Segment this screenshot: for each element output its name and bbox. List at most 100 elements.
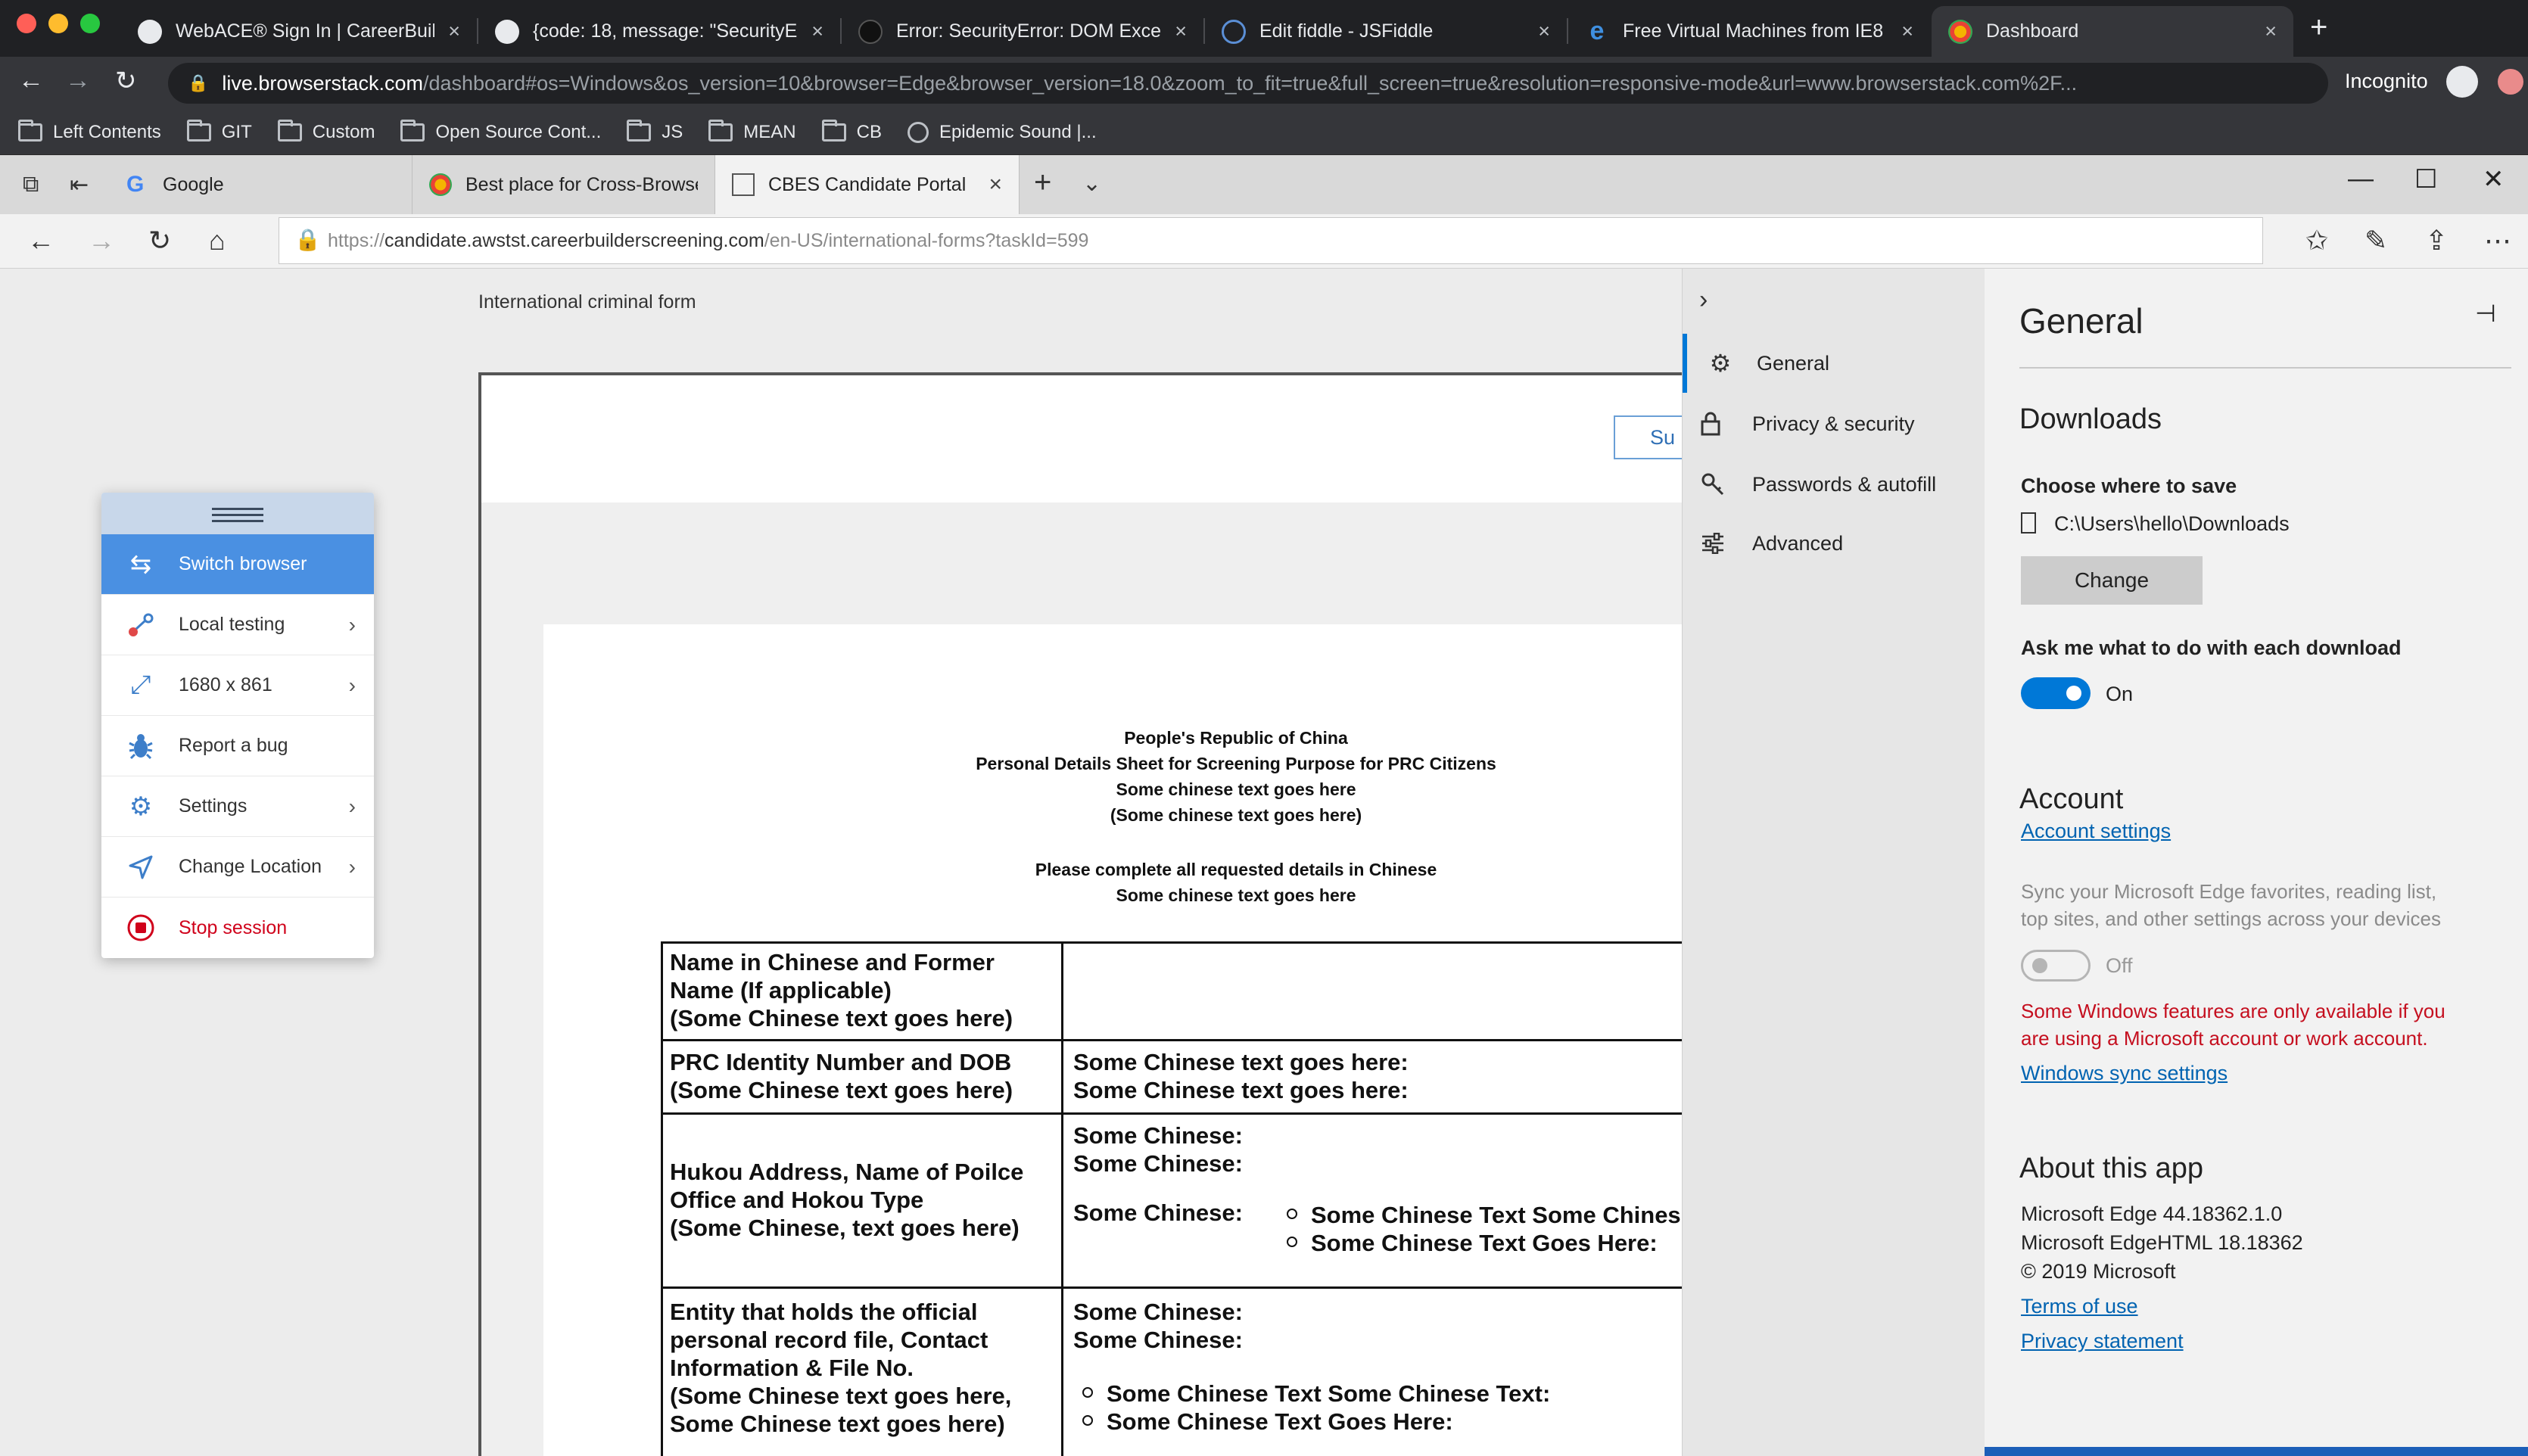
chevron-down-icon[interactable]: ⌄	[1082, 170, 1101, 197]
browserstack-menu: ⇆ Switch browser Local testing › ⤢ 1680 …	[101, 493, 374, 958]
resize-icon: ⤢	[130, 670, 151, 699]
settings-navigation: › ⚙ General Privacy & security Passwords…	[1682, 269, 1985, 1456]
set-tabs-aside-icon[interactable]: ⇤	[70, 172, 89, 198]
back-arrow-icon[interactable]: ←	[18, 66, 44, 95]
minimize-icon[interactable]: —	[2348, 164, 2374, 194]
pin-icon[interactable]: ⊣	[2475, 299, 2496, 328]
chrome-tab-dom-exception[interactable]: Error: SecurityError: DOM Exce ×	[842, 6, 1203, 57]
refresh-icon[interactable]: ↻	[148, 225, 171, 257]
chrome-tab-virtual-machines[interactable]: e Free Virtual Machines from IE8 ×	[1568, 6, 1930, 57]
more-icon[interactable]: ⋯	[2484, 225, 2511, 257]
close-tab-icon[interactable]: ×	[448, 20, 460, 43]
forward-arrow-icon[interactable]: →	[88, 225, 115, 257]
edge-address-bar[interactable]: 🔒 https://candidate.awstst.careerbuilder…	[279, 217, 2263, 264]
bookmark-left-contents[interactable]: Left Contents	[18, 119, 161, 143]
settings-nav-general[interactable]: ⚙ General	[1683, 334, 1985, 393]
new-tab-button[interactable]: +	[2310, 11, 2327, 45]
stop-icon	[126, 913, 156, 943]
chrome-url-path: /dashboard#os=Windows&os_version=10&brow…	[422, 71, 2078, 95]
bookmark-js[interactable]: JS	[627, 119, 683, 143]
bookmark-git[interactable]: GIT	[186, 119, 252, 143]
privacy-statement-link[interactable]: Privacy statement	[2021, 1330, 2184, 1353]
table-row-label: Name in Chinese and Former Name (If appl…	[670, 949, 1013, 1031]
settings-nav-privacy[interactable]: Privacy & security	[1683, 394, 1985, 453]
chrome-url-host: live.browserstack.com	[222, 71, 423, 95]
edge-tab-cbes[interactable]: CBES Candidate Portal ×	[715, 155, 1020, 214]
bookmark-mean[interactable]: MEAN	[708, 119, 796, 143]
chrome-address-bar[interactable]: 🔒 live.browserstack.com/dashboard#os=Win…	[168, 63, 2328, 104]
table-divider	[1061, 941, 1063, 1456]
chrome-tab-dashboard[interactable]: Dashboard ×	[1932, 6, 2293, 57]
folder-icon	[18, 119, 42, 142]
terms-of-use-link[interactable]: Terms of use	[2021, 1295, 2138, 1318]
title-divider	[2019, 367, 2511, 369]
settings-nav-passwords[interactable]: Passwords & autofill	[1683, 455, 1985, 514]
collapse-chevron-icon[interactable]: ›	[1699, 285, 1708, 315]
favorites-hub-icon[interactable]: ✩	[2305, 225, 2328, 257]
windows-sync-settings-link[interactable]: Windows sync settings	[2021, 1062, 2228, 1085]
incognito-icon[interactable]	[2446, 66, 2478, 98]
report-bug-button[interactable]: Report a bug	[101, 716, 374, 776]
close-tab-icon[interactable]: ×	[1538, 20, 1550, 43]
edge-tab-strip: ⧉ ⇤ G Google Best place for Cross-Browse…	[0, 155, 2528, 214]
reload-icon[interactable]: ↻	[115, 66, 137, 96]
ask-download-state: On	[2106, 683, 2134, 705]
stop-session-button[interactable]: Stop session	[101, 898, 374, 958]
switch-browser-button[interactable]: ⇆ Switch browser	[101, 534, 374, 595]
settings-panel: General ⊣ Downloads Choose where to save…	[1985, 269, 2528, 1456]
drag-handle[interactable]	[101, 493, 374, 534]
bullet-circle-icon	[1082, 1386, 1093, 1398]
local-testing-button[interactable]: Local testing ›	[101, 595, 374, 655]
change-location-button[interactable]: Change Location ›	[101, 837, 374, 898]
folder-icon	[186, 119, 211, 142]
close-tab-icon[interactable]: ×	[1175, 20, 1187, 43]
settings-nav-advanced[interactable]: Advanced	[1683, 514, 1985, 573]
form-title: International criminal form	[478, 291, 696, 313]
close-tab-icon[interactable]: ×	[811, 20, 823, 43]
chrome-tab-jsfiddle[interactable]: Edit fiddle - JSFiddle ×	[1205, 6, 1567, 57]
share-icon[interactable]: ⇪	[2425, 225, 2448, 257]
chrome-tab-security-error[interactable]: {code: 18, message: "SecurityE ×	[478, 6, 840, 57]
sync-toggle[interactable]	[2021, 950, 2091, 982]
windows-feature-warning: Some Windows features are only available…	[2021, 1000, 2445, 1022]
home-icon[interactable]: ⌂	[209, 225, 226, 257]
browserstack-favicon-icon	[429, 173, 452, 196]
close-window-button[interactable]	[17, 14, 36, 33]
table-row-label: Entity that holds the official personal …	[670, 1299, 1012, 1437]
minimize-window-button[interactable]	[48, 14, 68, 33]
close-tab-icon[interactable]: ×	[1901, 20, 1913, 43]
profile-avatar[interactable]	[2498, 69, 2523, 95]
close-tab-icon[interactable]: ×	[2265, 20, 2277, 43]
resolution-button[interactable]: ⤢ 1680 x 861 ›	[101, 655, 374, 716]
browserstack-favicon-icon	[1948, 19, 1972, 44]
close-tab-icon[interactable]: ×	[988, 172, 1002, 198]
back-arrow-icon[interactable]: ←	[27, 225, 54, 257]
gear-icon: ⚙	[129, 792, 153, 821]
ask-download-toggle[interactable]	[2021, 677, 2091, 709]
tab-preview-icon[interactable]: ⧉	[23, 172, 39, 198]
chevron-right-icon: ›	[348, 612, 356, 636]
google-favicon-icon	[138, 19, 162, 44]
bookmark-open-source[interactable]: Open Source Cont...	[400, 119, 601, 143]
bullet-circle-icon	[1287, 1208, 1297, 1219]
settings-button[interactable]: ⚙ Settings ›	[101, 776, 374, 837]
maximize-icon[interactable]: ☐	[2414, 164, 2437, 194]
forward-arrow-icon[interactable]: →	[65, 66, 91, 95]
new-tab-button[interactable]: +	[1034, 166, 1051, 200]
zoom-window-button[interactable]	[80, 14, 100, 33]
about-heading: About this app	[2019, 1153, 2203, 1184]
edge-tab-google[interactable]: G Google	[110, 155, 413, 214]
change-download-location-button[interactable]: Change	[2021, 556, 2203, 605]
bookmark-epidemic-sound[interactable]: Epidemic Sound |...	[907, 121, 1097, 143]
choose-location-label: Choose where to save	[2021, 474, 2237, 497]
lock-icon: 🔒	[294, 228, 321, 251]
notes-pen-icon[interactable]: ✎	[2365, 225, 2387, 257]
chrome-tab-webace[interactable]: WebACE® Sign In | CareerBuild ×	[121, 6, 477, 57]
folder-icon	[627, 119, 652, 142]
edge-tab-cross-browser[interactable]: Best place for Cross-Browse	[413, 155, 715, 214]
chrome-tab-strip: WebACE® Sign In | CareerBuild × {code: 1…	[0, 0, 2528, 57]
close-icon[interactable]: ✕	[2483, 164, 2505, 194]
bookmark-custom[interactable]: Custom	[277, 119, 375, 143]
account-settings-link[interactable]: Account settings	[2021, 820, 2171, 843]
bookmark-cb[interactable]: CB	[821, 119, 882, 143]
